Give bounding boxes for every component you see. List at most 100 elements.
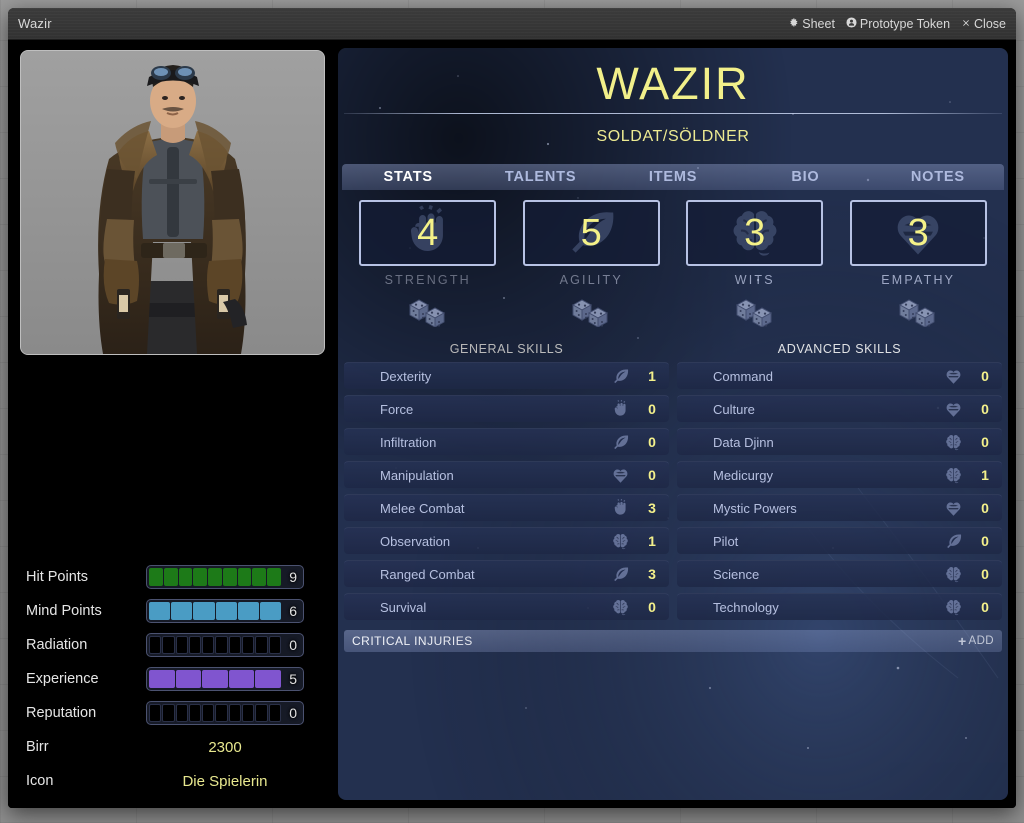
resource-segment[interactable] — [228, 704, 242, 722]
resource-bar[interactable]: 9 — [146, 565, 304, 589]
resource-segment[interactable] — [149, 568, 163, 586]
dice-roll-icon[interactable] — [404, 293, 452, 332]
icon-label: Icon — [26, 773, 54, 789]
close-button[interactable]: Close — [961, 17, 1006, 31]
skill-row[interactable]: Dexterity 1 — [344, 362, 669, 390]
resource-segment[interactable] — [255, 704, 268, 722]
skill-row[interactable]: Mystic Powers 0 — [677, 494, 1002, 522]
fist-icon[interactable] — [605, 498, 635, 518]
resource-bar[interactable]: 0 — [146, 701, 304, 725]
resource-segment[interactable] — [215, 602, 237, 620]
resource-segment[interactable] — [188, 636, 202, 654]
resource-segment[interactable] — [175, 636, 188, 654]
dice-roll-icon[interactable] — [567, 293, 615, 332]
resource-segment[interactable] — [268, 704, 281, 722]
tab-items[interactable]: ITEMS — [607, 164, 739, 190]
feather-icon[interactable] — [605, 565, 635, 584]
resource-segment[interactable] — [237, 568, 252, 586]
skill-row[interactable]: Technology 0 — [677, 593, 1002, 621]
brain-icon[interactable] — [605, 598, 635, 617]
skill-row[interactable]: Infiltration 0 — [344, 428, 669, 456]
resource-segment[interactable] — [228, 636, 242, 654]
resource-segment[interactable] — [242, 704, 255, 722]
tab-talents[interactable]: TALENTS — [474, 164, 606, 190]
skill-row[interactable]: Melee Combat 3 — [344, 494, 669, 522]
resource-segment[interactable] — [237, 602, 259, 620]
resource-bar[interactable]: 0 — [146, 633, 304, 657]
attribute-value-box-strength[interactable]: 4 — [359, 200, 497, 267]
skill-row[interactable]: Survival 0 — [344, 593, 669, 621]
resource-segment[interactable] — [149, 704, 162, 722]
skill-row[interactable]: Science 0 — [677, 560, 1002, 588]
feather-icon[interactable] — [605, 367, 635, 386]
resource-segment[interactable] — [149, 670, 175, 688]
feather-icon[interactable] — [938, 532, 968, 551]
resource-segment[interactable] — [162, 704, 175, 722]
feather-icon[interactable] — [605, 433, 635, 452]
skill-row[interactable]: Command 0 — [677, 362, 1002, 390]
birr-value[interactable]: 2300 — [146, 739, 304, 756]
dice-roll-icon[interactable] — [894, 293, 942, 332]
resource-segment[interactable] — [202, 670, 228, 688]
resource-segment[interactable] — [252, 568, 267, 586]
tab-bio[interactable]: BIO — [739, 164, 871, 190]
resource-segment[interactable] — [208, 568, 222, 586]
heart-icon[interactable] — [938, 499, 968, 518]
tab-notes[interactable]: NOTES — [872, 164, 1004, 190]
attribute-value-box-agility[interactable]: 5 — [522, 200, 660, 267]
resource-segment[interactable] — [255, 636, 268, 654]
resource-segment[interactable] — [193, 602, 215, 620]
resource-segment[interactable] — [188, 704, 202, 722]
tab-stats[interactable]: STATS — [342, 164, 474, 190]
prototype-token-button[interactable]: Prototype Token — [846, 17, 950, 31]
resource-segment[interactable] — [149, 602, 171, 620]
resource-segment[interactable] — [215, 636, 228, 654]
skill-row[interactable]: Medicurgy 1 — [677, 461, 1002, 489]
skill-row[interactable]: Manipulation 0 — [344, 461, 669, 489]
add-critical-injury-button[interactable]: + ADD — [958, 634, 994, 648]
character-portrait[interactable] — [20, 50, 325, 355]
heart-icon[interactable] — [938, 400, 968, 419]
resource-segment[interactable] — [228, 670, 255, 688]
resource-segment[interactable] — [178, 568, 193, 586]
skill-row[interactable]: Pilot 0 — [677, 527, 1002, 555]
skill-name: Dexterity — [380, 368, 432, 384]
dice-roll-icon[interactable] — [731, 293, 779, 332]
heart-icon[interactable] — [605, 466, 635, 485]
skill-row[interactable]: Force 0 — [344, 395, 669, 423]
resource-segment[interactable] — [175, 670, 202, 688]
resource-segment[interactable] — [242, 636, 255, 654]
skill-row[interactable]: Ranged Combat 3 — [344, 560, 669, 588]
resource-segment[interactable] — [163, 568, 178, 586]
resource-segment[interactable] — [259, 602, 282, 620]
fist-icon[interactable] — [605, 399, 635, 419]
resource-segment[interactable] — [193, 568, 208, 586]
brain-icon[interactable] — [938, 433, 968, 452]
resource-segment[interactable] — [268, 636, 281, 654]
attribute-value-box-wits[interactable]: 3 — [686, 200, 824, 267]
resource-segment[interactable] — [149, 636, 162, 654]
resource-segment[interactable] — [171, 602, 193, 620]
brain-icon[interactable] — [938, 565, 968, 584]
brain-icon[interactable] — [938, 466, 968, 485]
resource-segment[interactable] — [202, 704, 215, 722]
resource-segment[interactable] — [267, 568, 282, 586]
attribute-value-box-empathy[interactable]: 3 — [849, 200, 987, 267]
icon-value[interactable]: Die Spielerin — [146, 773, 304, 790]
resource-segment[interactable] — [162, 636, 175, 654]
resource-segment[interactable] — [202, 636, 215, 654]
resource-segment[interactable] — [222, 568, 237, 586]
brain-icon[interactable] — [605, 532, 635, 551]
heart-icon[interactable] — [938, 367, 968, 386]
resource-bar[interactable]: 5 — [146, 667, 304, 691]
sheet-button[interactable]: Sheet — [788, 17, 835, 31]
resource-bar[interactable]: 6 — [146, 599, 304, 623]
resource-segment[interactable] — [255, 670, 281, 688]
resource-segment[interactable] — [215, 704, 228, 722]
skill-row[interactable]: Data Djinn 0 — [677, 428, 1002, 456]
skill-row[interactable]: Observation 1 — [344, 527, 669, 555]
resource-label: Mind Points — [26, 603, 102, 619]
brain-icon[interactable] — [938, 598, 968, 617]
skill-row[interactable]: Culture 0 — [677, 395, 1002, 423]
resource-segment[interactable] — [175, 704, 188, 722]
